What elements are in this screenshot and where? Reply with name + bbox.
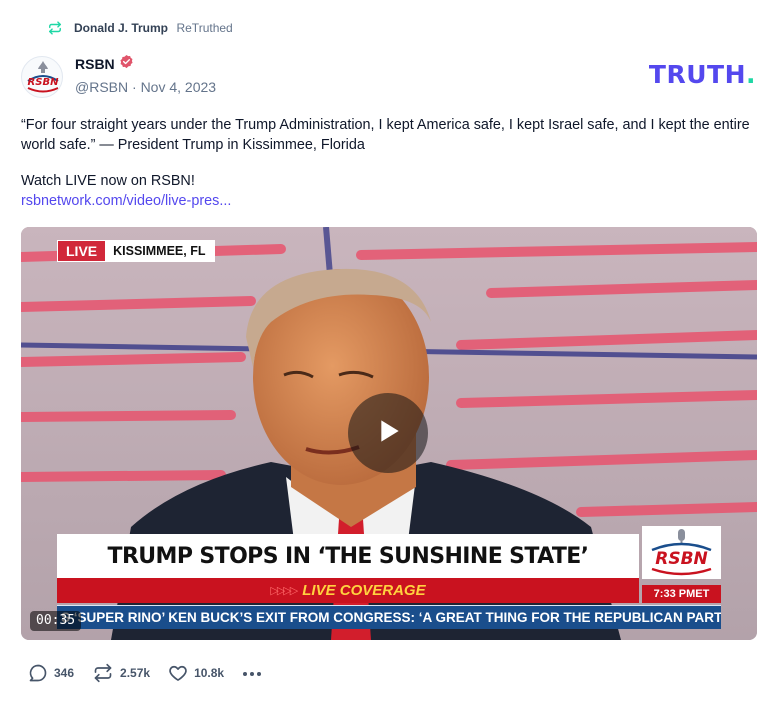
meta-separator: ·: [132, 79, 141, 95]
reply-button[interactable]: 346: [28, 663, 74, 683]
truth-social-logo[interactable]: TRUTH.: [649, 60, 756, 89]
headline-text: TRUMP STOPS IN ‘THE SUNSHINE STATE’: [107, 543, 590, 569]
author-handle[interactable]: @RSBN: [75, 79, 128, 95]
avatar[interactable]: RSBN: [21, 56, 63, 98]
live-coverage-bar: ▷▷▷▷ LIVE COVERAGE: [57, 578, 639, 603]
avatar-logo-text: RSBN: [28, 77, 60, 88]
action-bar: 346 2.57k 10.8k: [28, 662, 262, 684]
post-watch-line: Watch LIVE now on RSBN!: [21, 173, 195, 189]
live-bug: LIVE KISSIMMEE, FL: [57, 240, 215, 262]
live-tag: LIVE: [58, 241, 106, 261]
retruth-action-icon: [92, 663, 114, 683]
rsbn-logo-text: RSBN: [655, 549, 708, 569]
retruth-count: 2.57k: [120, 666, 151, 680]
live-coverage-text: LIVE COVERAGE: [302, 582, 426, 599]
verified-badge-icon: [119, 54, 134, 74]
more-icon: [242, 664, 262, 682]
video-player[interactable]: LIVE KISSIMMEE, FL TRUMP STOPS IN ‘THE S…: [21, 227, 757, 640]
brand-text: TRUTH: [648, 60, 746, 89]
retruth-icon: [48, 21, 62, 35]
retruth-header: Donald J. Trump ReTruthed: [48, 19, 233, 37]
arrows-icon: ▷▷▷▷: [270, 585, 298, 597]
post-date[interactable]: Nov 4, 2023: [141, 79, 217, 95]
play-icon: [372, 415, 404, 452]
more-button[interactable]: [242, 664, 262, 682]
retruth-user-link[interactable]: Donald J. Trump: [74, 21, 168, 35]
clock-tag: 7:33 PMET: [642, 585, 721, 603]
play-button[interactable]: [348, 393, 428, 473]
author-name[interactable]: RSBN: [75, 56, 115, 72]
like-button[interactable]: 10.8k: [168, 663, 224, 683]
post-text: “For four straight years under the Trump…: [21, 117, 750, 153]
location-tag: KISSIMMEE, FL: [105, 241, 214, 261]
lower-third: TRUMP STOPS IN ‘THE SUNSHINE STATE’: [57, 534, 639, 578]
retruth-button[interactable]: 2.57k: [92, 663, 150, 683]
news-ticker: S ‘SUPER RINO’ KEN BUCK’S EXIT FROM CONG…: [57, 605, 721, 629]
retruth-label: ReTruthed: [176, 21, 233, 35]
reply-count: 346: [54, 666, 75, 680]
reply-icon: [28, 663, 48, 683]
brand-dot: .: [746, 60, 756, 89]
like-count: 10.8k: [194, 666, 225, 680]
post-link[interactable]: rsbnetwork.com/video/live-pres...: [21, 191, 231, 211]
heart-icon: [168, 663, 188, 683]
rsbn-logo: RSBN: [642, 526, 721, 579]
author-block: RSBN @RSBN · Nov 4, 2023: [75, 54, 217, 97]
video-duration: 00:35: [30, 611, 82, 631]
